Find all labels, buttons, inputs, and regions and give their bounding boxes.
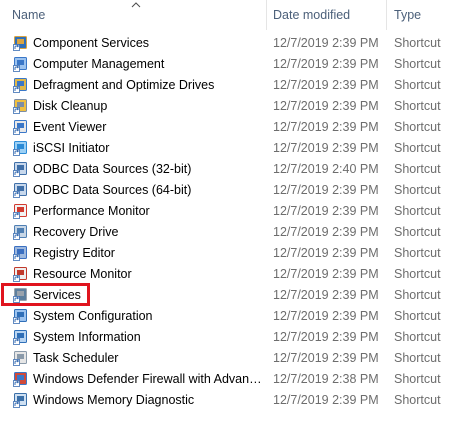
iscsi-initiator-icon bbox=[13, 140, 29, 156]
item-type: Shortcut bbox=[394, 36, 441, 50]
item-type: Shortcut bbox=[394, 288, 441, 302]
column-divider[interactable] bbox=[386, 0, 387, 30]
system-information-icon bbox=[13, 329, 29, 345]
item-date-modified: 12/7/2019 2:40 PM bbox=[273, 162, 379, 176]
list-item[interactable]: iSCSI Initiator 12/7/2019 2:39 PM Shortcut bbox=[0, 138, 465, 159]
item-type: Shortcut bbox=[394, 372, 441, 386]
item-date-modified: 12/7/2019 2:39 PM bbox=[273, 36, 379, 50]
item-name: iSCSI Initiator bbox=[33, 141, 110, 155]
item-date-modified: 12/7/2019 2:38 PM bbox=[273, 372, 379, 386]
item-name: Task Scheduler bbox=[33, 351, 119, 365]
item-name: System Information bbox=[33, 330, 141, 344]
list-item[interactable]: Windows Memory Diagnostic 12/7/2019 2:39 … bbox=[0, 390, 465, 411]
item-name: Registry Editor bbox=[33, 246, 115, 260]
item-date-modified: 12/7/2019 2:39 PM bbox=[273, 330, 379, 344]
item-name: Resource Monitor bbox=[33, 267, 132, 281]
item-date-modified: 12/7/2019 2:39 PM bbox=[273, 183, 379, 197]
list-item[interactable]: Resource Monitor 12/7/2019 2:39 PM Shortcu… bbox=[0, 264, 465, 285]
defragment-icon bbox=[13, 77, 29, 93]
component-services-icon bbox=[13, 35, 29, 51]
item-name: Disk Cleanup bbox=[33, 99, 108, 113]
item-name: System Configuration bbox=[33, 309, 153, 323]
odbc-icon bbox=[13, 182, 29, 198]
list-item[interactable]: ODBC Data Sources (32-bit) 12/7/2019 2:40… bbox=[0, 159, 465, 180]
item-date-modified: 12/7/2019 2:39 PM bbox=[273, 267, 379, 281]
list-item[interactable]: Windows Defender Firewall with Advanc...… bbox=[0, 369, 465, 390]
list-item[interactable]: Computer Management 12/7/2019 2:39 PM Shor… bbox=[0, 54, 465, 75]
list-item[interactable]: Recovery Drive 12/7/2019 2:39 PM Shortcut bbox=[0, 222, 465, 243]
list-item[interactable]: Disk Cleanup 12/7/2019 2:39 PM Shortcut bbox=[0, 96, 465, 117]
odbc-icon bbox=[13, 161, 29, 177]
item-type: Shortcut bbox=[394, 351, 441, 365]
list-item[interactable]: System Information 12/7/2019 2:39 PM Short… bbox=[0, 327, 465, 348]
list-item[interactable]: Services 12/7/2019 2:39 PM Shortcut bbox=[0, 285, 465, 306]
file-explorer-list: Name Date modified Type Component Servic… bbox=[0, 0, 465, 421]
list-item[interactable]: ODBC Data Sources (64-bit) 12/7/2019 2:39… bbox=[0, 180, 465, 201]
list-item[interactable]: Defragment and Optimize Drives 12/7/2019 … bbox=[0, 75, 465, 96]
list-item[interactable]: Registry Editor 12/7/2019 2:39 PM Shortcut bbox=[0, 243, 465, 264]
item-type: Shortcut bbox=[394, 330, 441, 344]
registry-editor-icon bbox=[13, 245, 29, 261]
item-type: Shortcut bbox=[394, 57, 441, 71]
item-date-modified: 12/7/2019 2:39 PM bbox=[273, 246, 379, 260]
system-configuration-icon bbox=[13, 308, 29, 324]
item-date-modified: 12/7/2019 2:39 PM bbox=[273, 99, 379, 113]
item-name: Defragment and Optimize Drives bbox=[33, 78, 215, 92]
item-type: Shortcut bbox=[394, 393, 441, 407]
item-date-modified: 12/7/2019 2:39 PM bbox=[273, 57, 379, 71]
column-header-bar: Name Date modified Type bbox=[0, 0, 465, 33]
list-item[interactable]: Event Viewer 12/7/2019 2:39 PM Shortcut bbox=[0, 117, 465, 138]
item-type: Shortcut bbox=[394, 162, 441, 176]
event-viewer-icon bbox=[13, 119, 29, 135]
column-header-date-modified[interactable]: Date modified bbox=[273, 0, 381, 33]
item-date-modified: 12/7/2019 2:39 PM bbox=[273, 78, 379, 92]
services-icon bbox=[13, 287, 29, 303]
item-type: Shortcut bbox=[394, 99, 441, 113]
computer-management-icon bbox=[13, 56, 29, 72]
item-type: Shortcut bbox=[394, 267, 441, 281]
task-scheduler-icon bbox=[13, 350, 29, 366]
item-date-modified: 12/7/2019 2:39 PM bbox=[273, 120, 379, 134]
item-name: Windows Memory Diagnostic bbox=[33, 393, 195, 407]
item-name: Event Viewer bbox=[33, 120, 107, 134]
item-date-modified: 12/7/2019 2:39 PM bbox=[273, 351, 379, 365]
recovery-drive-icon bbox=[13, 224, 29, 240]
item-type: Shortcut bbox=[394, 120, 441, 134]
item-type: Shortcut bbox=[394, 78, 441, 92]
item-type: Shortcut bbox=[394, 204, 441, 218]
column-divider[interactable] bbox=[266, 0, 267, 30]
item-type: Shortcut bbox=[394, 141, 441, 155]
item-date-modified: 12/7/2019 2:39 PM bbox=[273, 288, 379, 302]
item-name: ODBC Data Sources (64-bit) bbox=[33, 183, 192, 197]
list-item[interactable]: Task Scheduler 12/7/2019 2:39 PM Shortcut bbox=[0, 348, 465, 369]
item-date-modified: 12/7/2019 2:39 PM bbox=[273, 225, 379, 239]
item-type: Shortcut bbox=[394, 225, 441, 239]
item-type: Shortcut bbox=[394, 183, 441, 197]
list-item[interactable]: Performance Monitor 12/7/2019 2:39 PM Shor… bbox=[0, 201, 465, 222]
item-date-modified: 12/7/2019 2:39 PM bbox=[273, 309, 379, 323]
item-name: Windows Defender Firewall with Advanc... bbox=[33, 372, 265, 386]
item-type: Shortcut bbox=[394, 309, 441, 323]
list-item[interactable]: System Configuration 12/7/2019 2:39 PM Sho… bbox=[0, 306, 465, 327]
item-date-modified: 12/7/2019 2:39 PM bbox=[273, 393, 379, 407]
item-name: Component Services bbox=[33, 36, 150, 50]
item-date-modified: 12/7/2019 2:39 PM bbox=[273, 204, 379, 218]
chevron-up-icon bbox=[131, 2, 141, 8]
item-name: Computer Management bbox=[33, 57, 165, 71]
item-name: Recovery Drive bbox=[33, 225, 119, 239]
memory-diagnostic-icon bbox=[13, 392, 29, 408]
performance-monitor-icon bbox=[13, 203, 29, 219]
firewall-icon bbox=[13, 371, 29, 387]
item-date-modified: 12/7/2019 2:39 PM bbox=[273, 141, 379, 155]
resource-monitor-icon bbox=[13, 266, 29, 282]
column-header-type[interactable]: Type bbox=[394, 0, 454, 33]
item-name: Services bbox=[33, 288, 81, 302]
item-name: Performance Monitor bbox=[33, 204, 150, 218]
disk-cleanup-icon bbox=[13, 98, 29, 114]
item-name: ODBC Data Sources (32-bit) bbox=[33, 162, 192, 176]
list-item[interactable]: Component Services 12/7/2019 2:39 PM Short… bbox=[0, 33, 465, 54]
item-type: Shortcut bbox=[394, 246, 441, 260]
